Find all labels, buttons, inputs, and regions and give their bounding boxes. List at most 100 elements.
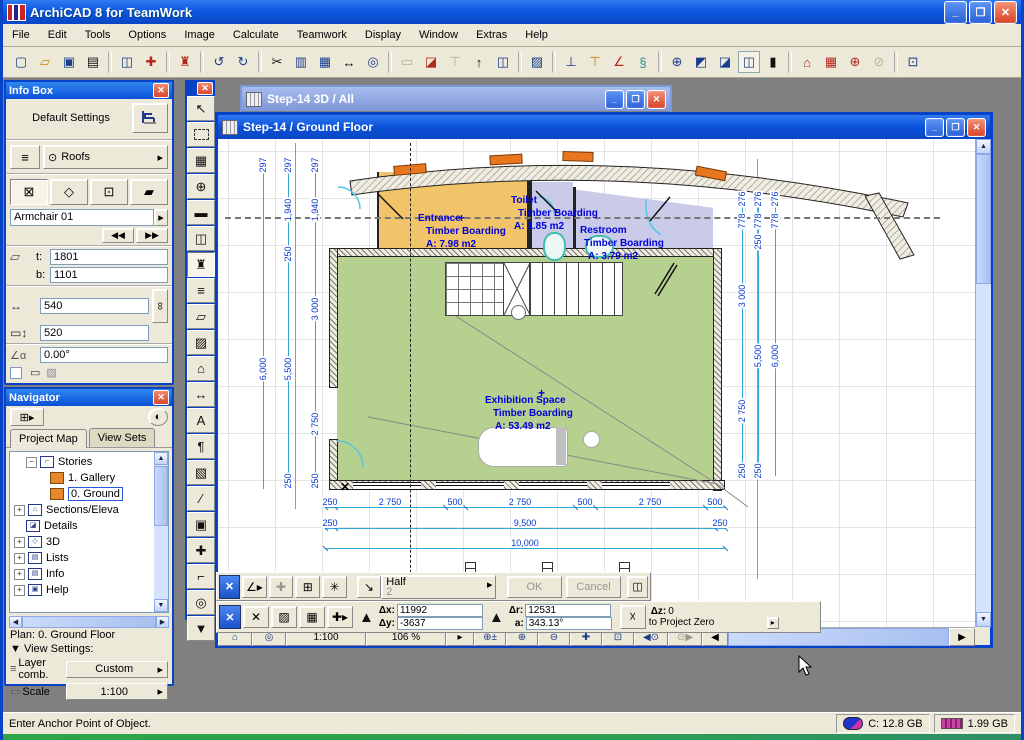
close-icon[interactable]: ✕ <box>153 390 169 405</box>
dimension-linear-icon[interactable]: ⊥ <box>560 51 582 73</box>
slab-tool[interactable]: ▱ <box>187 304 215 329</box>
scroll-right-icon[interactable]: ▶ <box>949 628 975 646</box>
tab-project-map[interactable]: Project Map <box>10 429 87 448</box>
view-settings-toggle[interactable]: ▼ View Settings: <box>6 642 172 656</box>
grouping-button[interactable]: ⊞ <box>295 576 320 598</box>
materials-icon[interactable]: ▦ <box>820 51 842 73</box>
section-tool[interactable]: ⌐ <box>187 564 215 589</box>
publisher-globe-icon[interactable]: ◐ <box>148 408 168 426</box>
markup-icon[interactable]: ✚ <box>140 51 162 73</box>
zone-tool[interactable]: ▨ <box>187 330 215 355</box>
navigator-title-bar[interactable]: Navigator ✕ <box>6 389 172 406</box>
dr-field[interactable]: 12531 <box>525 604 611 617</box>
t-field[interactable]: 1801 <box>50 249 168 265</box>
separator[interactable] <box>258 51 262 73</box>
fit-in-window-icon[interactable]: ⊡ <box>902 51 924 73</box>
project-chooser-button[interactable]: ⊞▸ <box>10 408 44 426</box>
tree-item-help[interactable]: +▣Help <box>12 582 153 598</box>
paste-icon[interactable]: ▦ <box>314 51 336 73</box>
mirror-checkbox[interactable] <box>10 367 22 379</box>
origin-icon[interactable]: ⊕ <box>666 51 688 73</box>
close-button[interactable]: ✕ <box>994 1 1017 24</box>
object-name-field[interactable]: Armchair 01 <box>10 209 154 226</box>
minimize-button[interactable]: _ <box>944 1 967 24</box>
expand-icon[interactable]: + <box>14 553 25 564</box>
marquee-tool[interactable] <box>187 122 215 147</box>
menu-item[interactable]: Edit <box>39 26 76 44</box>
floor-plan-drawing[interactable]: ✕ + Entrance Timber Boarding A: 7.98 <box>218 139 975 627</box>
chain-link-icon[interactable]: ∞ <box>152 289 168 323</box>
object-default-settings-button[interactable] <box>132 103 168 133</box>
scale-dropdown[interactable]: 1:100 ▸ <box>66 683 168 700</box>
special-snap-icon[interactable]: ↘ <box>357 576 382 598</box>
perpendicular-button[interactable]: ✚ <box>269 576 294 598</box>
expand-icon[interactable]: + <box>14 537 25 548</box>
separator[interactable] <box>658 51 662 73</box>
separator[interactable] <box>200 51 204 73</box>
separator[interactable] <box>788 51 792 73</box>
magic-wand-icon[interactable]: § <box>632 51 654 73</box>
previous-object-button[interactable]: ◀◀ <box>102 228 134 243</box>
zoom-command-icon[interactable]: ⊕ <box>844 51 866 73</box>
separator[interactable] <box>894 51 898 73</box>
new-icon[interactable]: ▢ <box>10 51 32 73</box>
tree-item-lists[interactable]: +▤Lists <box>12 550 153 566</box>
dy-field[interactable]: -3637 <box>397 617 483 630</box>
object-tool[interactable]: ♜ <box>187 252 215 277</box>
geometry-method-stretch-button[interactable]: ⊡ <box>90 179 128 205</box>
docplan-title-bar[interactable]: Step-14 / Ground Floor _ ❐ ✕ <box>218 115 990 139</box>
object-browse-arrow[interactable]: ▸ <box>154 209 168 226</box>
open-icon[interactable]: ▱ <box>34 51 56 73</box>
hotspot-tool[interactable]: ✚ <box>187 538 215 563</box>
z-elevation-icon[interactable]: ☓ <box>620 605 646 629</box>
magic-wand-button[interactable]: ✳ <box>322 576 347 598</box>
collapse-icon[interactable]: − <box>26 457 37 468</box>
menu-item[interactable]: Display <box>356 26 410 44</box>
detail-tool[interactable]: ◎ <box>187 590 215 615</box>
tree-item-ground[interactable]: 0. Ground <box>12 486 153 502</box>
separator[interactable] <box>518 51 522 73</box>
text-tool[interactable]: A <box>187 408 215 433</box>
height-field[interactable]: 520 <box>40 325 149 341</box>
width-field[interactable]: 540 <box>40 298 149 314</box>
tree-item-sections[interactable]: +⌂Sections/Eleva <box>12 502 153 518</box>
relative-angle-button[interactable]: ∠▸ <box>242 576 267 598</box>
arrow-tool[interactable]: ↖ <box>187 96 215 121</box>
cut-icon[interactable]: ✂ <box>266 51 288 73</box>
line-tool[interactable]: ∕ <box>187 486 215 511</box>
photo-render-icon[interactable]: ▮ <box>762 51 784 73</box>
layer-selector[interactable]: ⊙ Roofs ▸ <box>43 145 168 169</box>
info-box-title-bar[interactable]: Info Box ✕ <box>6 82 172 99</box>
title-bar[interactable]: ArchiCAD 8 for TeamWork _ ❐ ✕ <box>3 0 1021 24</box>
teamwork-icon[interactable]: ♜ <box>174 51 196 73</box>
menu-item[interactable]: Window <box>410 26 467 44</box>
menu-item[interactable]: Help <box>516 26 557 44</box>
geometry-method-rotated-button[interactable]: ◇ <box>50 179 88 205</box>
cancel-button[interactable]: Cancel <box>566 576 621 598</box>
roof-tool[interactable]: ⌂ <box>187 356 215 381</box>
close-button[interactable]: ✕ <box>967 118 986 137</box>
tree-item-3d[interactable]: +◇3D <box>12 534 153 550</box>
tab-view-sets[interactable]: View Sets <box>89 428 156 447</box>
hatch-icon[interactable]: ▨ <box>526 51 548 73</box>
print-icon[interactable]: ▤ <box>82 51 104 73</box>
publish-icon[interactable]: ◫ <box>116 51 138 73</box>
geometry-method-orthogonal-button[interactable]: ⊠ <box>10 179 48 205</box>
save-icon[interactable]: ▣ <box>58 51 80 73</box>
close-icon[interactable]: ✕ <box>219 605 241 629</box>
zoom-out-command-icon[interactable]: ⊘ <box>868 51 890 73</box>
next-object-button[interactable]: ▶▶ <box>136 228 168 243</box>
separator[interactable] <box>108 51 112 73</box>
layers-icon[interactable]: ≡ <box>10 145 40 169</box>
figure-tool[interactable]: ▣ <box>187 512 215 537</box>
dx-field[interactable]: 11992 <box>397 604 483 617</box>
menu-item[interactable]: File <box>3 26 39 44</box>
separator[interactable] <box>166 51 170 73</box>
menu-item[interactable]: Teamwork <box>288 26 356 44</box>
coordinate-plus-icon[interactable]: ✚▸ <box>327 606 353 628</box>
menu-item[interactable]: Options <box>119 26 175 44</box>
separator[interactable] <box>388 51 392 73</box>
maximize-button[interactable]: ❐ <box>969 1 992 24</box>
expand-icon[interactable]: + <box>14 585 25 596</box>
minimize-button[interactable]: _ <box>925 118 944 137</box>
